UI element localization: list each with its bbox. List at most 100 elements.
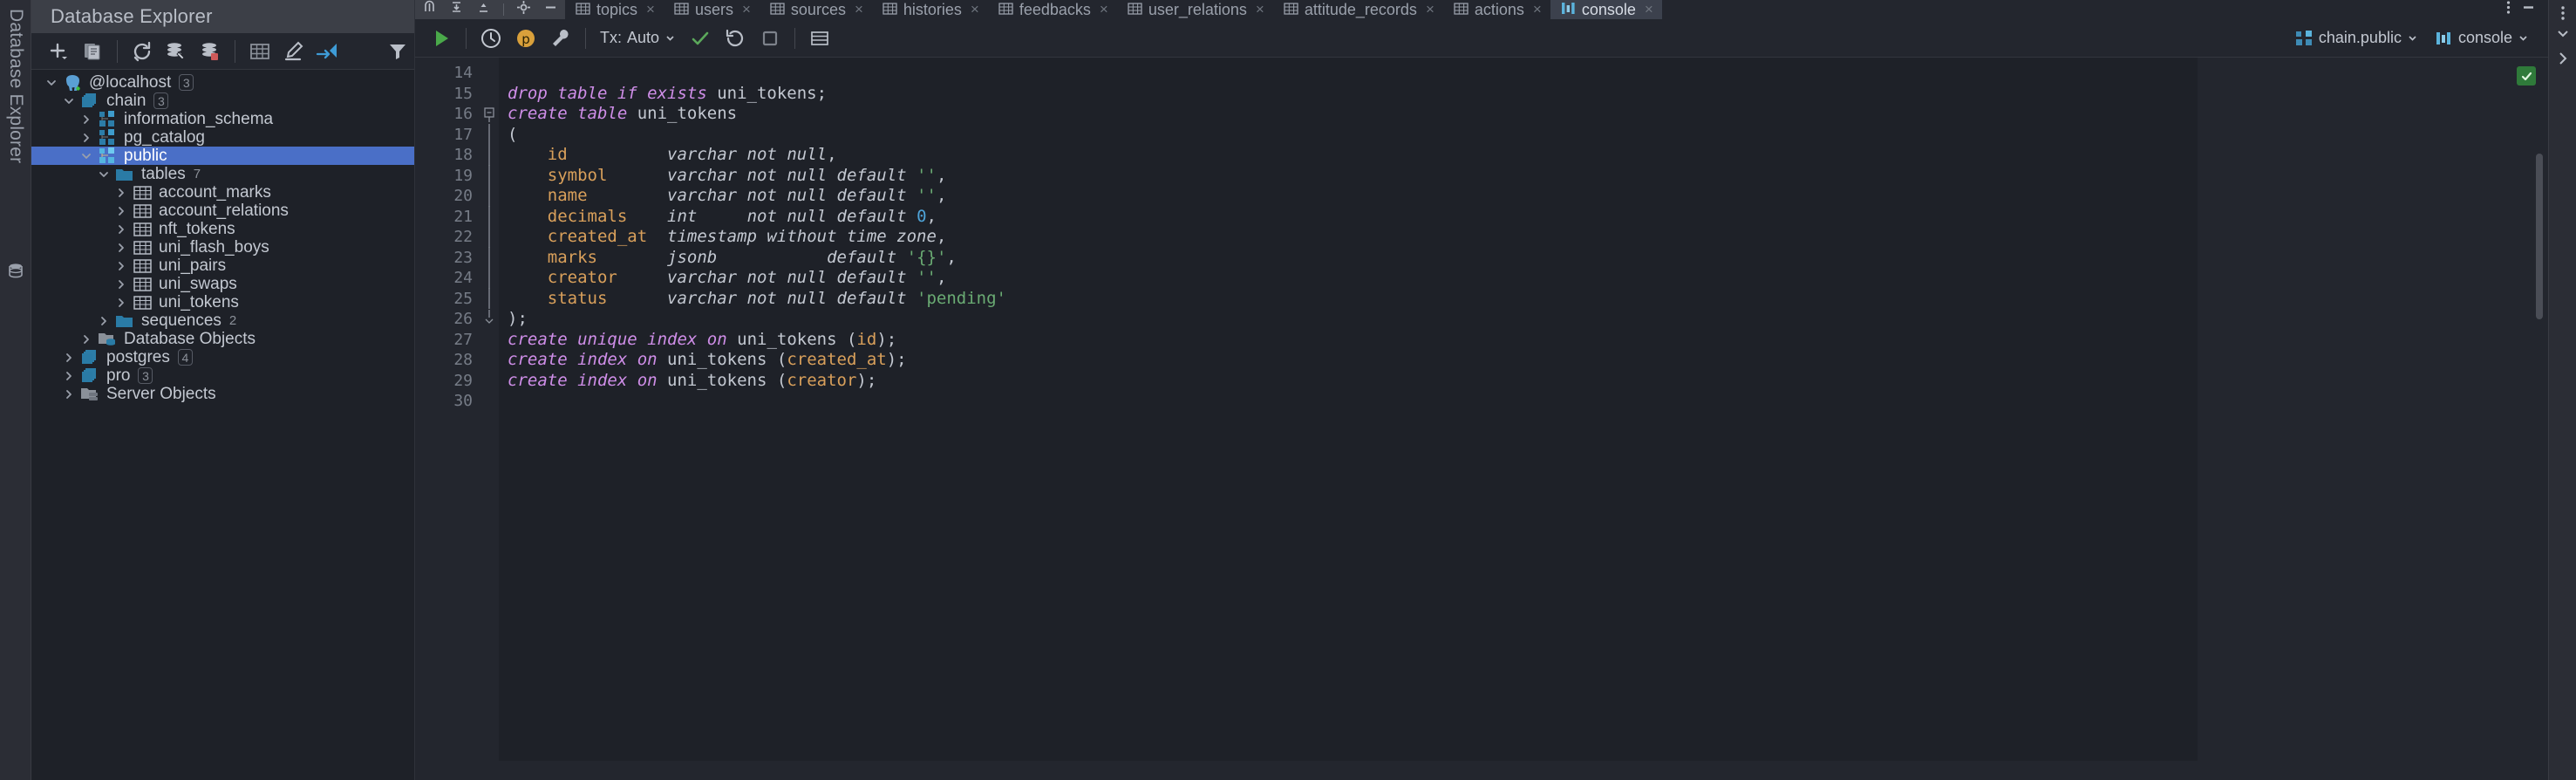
sql-code-content[interactable]: drop table if exists uni_tokens; create t… [499,58,2198,780]
code-line[interactable]: drop table if exists uni_tokens; [499,84,2198,105]
close-icon[interactable]: × [1256,1,1264,18]
tree-item-uni-pairs[interactable]: uni_pairs [31,257,414,275]
code-line[interactable]: symbol varchar not null default '', [499,166,2198,187]
close-icon[interactable]: × [646,1,655,18]
rollback-button[interactable] [718,21,753,56]
minimize-icon[interactable] [543,0,558,19]
chevron-right-icon[interactable] [77,110,96,128]
more-options-icon[interactable] [2555,5,2571,25]
code-line[interactable] [499,63,2198,84]
code-line[interactable]: status varchar not null default 'pending… [499,289,2198,310]
sql-editor[interactable]: 14 15 16 17 18 19 20 21 22 23 24 25 26 27 28 29 30 drop … [415,58,2548,780]
fold-marker[interactable] [480,288,499,310]
fold-marker[interactable] [480,165,499,187]
code-line[interactable]: creator varchar not null default '', [499,268,2198,289]
tab-attitude-records[interactable]: attitude_records × [1273,0,1443,19]
tree-item-tables[interactable]: tables 7 [31,165,414,183]
fold-marker[interactable] [480,267,499,289]
code-folding-gutter[interactable] [480,58,499,780]
data-source-settings-icon[interactable] [543,21,578,56]
code-line[interactable]: create unique index on uni_tokens (id); [499,330,2198,351]
tree-item-information-schema[interactable]: information_schema [31,110,414,128]
expand-all-icon[interactable] [476,0,491,19]
tree-item-uni-swaps[interactable]: uni_swaps [31,275,414,293]
tab-actions[interactable]: actions × [1443,0,1550,19]
code-line[interactable]: name varchar not null default '', [499,186,2198,207]
chevron-down-icon[interactable] [94,165,113,183]
tree-item-sequences[interactable]: sequences 2 [31,311,414,330]
pencil-icon[interactable] [276,34,310,69]
close-icon[interactable]: × [1426,1,1435,18]
commit-button[interactable] [683,21,718,56]
close-icon[interactable]: × [1100,1,1108,18]
db-stop-icon[interactable] [193,34,227,69]
close-icon[interactable]: × [855,1,863,18]
database-tree[interactable]: @localhost 3 chain 3 information_schema pg_ca… [31,70,414,780]
close-icon[interactable]: × [971,1,979,18]
db-wrench-icon[interactable] [160,34,194,69]
code-line[interactable]: create index on uni_tokens (created_at); [499,350,2198,371]
collapse-all-icon[interactable] [449,0,464,19]
show-as-table-icon[interactable] [802,21,837,56]
chevron-right-icon[interactable] [112,275,131,293]
fold-marker[interactable] [480,124,499,146]
code-line[interactable]: ( [499,125,2198,146]
fold-marker[interactable] [480,206,499,228]
code-line[interactable]: id varchar not null, [499,145,2198,166]
tree-item-uni-flash-boys[interactable]: uni_flash_boys [31,238,414,257]
copy-icon[interactable] [76,34,110,69]
chevron-right-icon[interactable] [59,385,78,403]
expand-right-icon[interactable] [2555,51,2571,71]
chevron-down-icon[interactable] [42,73,61,92]
tx-mode-combo[interactable]: Tx: Auto [593,24,683,52]
history-icon[interactable] [474,21,508,56]
chevron-right-icon[interactable] [112,220,131,238]
chevron-down-icon[interactable] [77,147,96,165]
tab-users[interactable]: users × [664,0,760,19]
editor-tabs[interactable]: topics × users × sources × histories × feedbacks… [565,0,2494,19]
chevron-right-icon[interactable] [77,330,96,348]
schema-selector[interactable]: chain.public [2289,24,2425,52]
vertical-scrollbar[interactable] [2536,154,2543,319]
code-line[interactable]: create table uni_tokens [499,104,2198,125]
settings-gear-icon[interactable] [516,0,531,19]
tree-item-public[interactable]: public [31,147,414,165]
code-line[interactable]: ); [499,309,2198,330]
tree-item--localhost[interactable]: @localhost 3 [31,73,414,92]
fold-marker[interactable] [480,309,499,330]
close-icon[interactable]: × [742,1,751,18]
tree-item-account-marks[interactable]: account_marks [31,183,414,202]
fold-marker[interactable] [480,247,499,269]
chevron-right-icon[interactable] [77,128,96,147]
tab-console[interactable]: console × [1550,0,1662,19]
code-line[interactable] [499,391,2198,412]
tab-sources[interactable]: sources × [760,0,872,19]
session-selector[interactable]: console [2429,24,2536,52]
tree-item-account-relations[interactable]: account_relations [31,202,414,220]
close-icon[interactable]: × [1645,1,1653,18]
code-line[interactable]: created_at timestamp without time zone, [499,227,2198,248]
code-line[interactable]: create index on uni_tokens (creator); [499,371,2198,392]
stop-button[interactable] [753,21,787,56]
more-options-icon[interactable] [2506,0,2511,19]
close-icon[interactable]: × [1533,1,1542,18]
chevron-right-icon[interactable] [59,366,78,385]
minimize-panel-icon[interactable] [2521,0,2536,19]
refresh-icon[interactable] [126,34,160,69]
chevron-right-icon[interactable] [112,293,131,311]
code-line[interactable]: decimals int not null default 0, [499,207,2198,228]
tree-item-database-objects[interactable]: Database Objects [31,330,414,348]
funnel-icon[interactable] [380,34,414,69]
jump-to-editor-icon[interactable] [310,34,344,69]
chevron-right-icon[interactable] [112,202,131,220]
grid-icon[interactable] [243,34,277,69]
chevron-down-icon[interactable] [2555,26,2571,46]
tab-histories[interactable]: histories × [872,0,988,19]
tree-item-pg-catalog[interactable]: pg_catalog [31,128,414,147]
chevron-right-icon[interactable] [112,238,131,257]
tree-item-pro[interactable]: pro 3 [31,366,414,385]
fold-marker[interactable] [480,226,499,248]
execute-button[interactable] [424,21,459,56]
tree-item-chain[interactable]: chain 3 [31,92,414,110]
tab-feedbacks[interactable]: feedbacks × [988,0,1117,19]
